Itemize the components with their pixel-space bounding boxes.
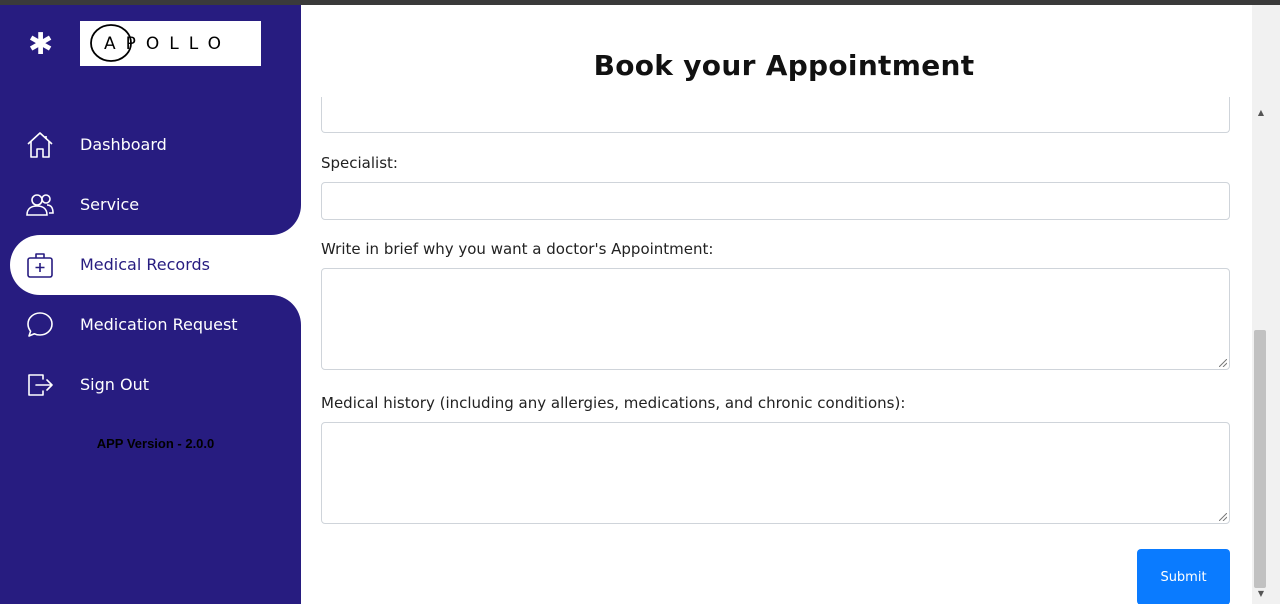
reason-textarea[interactable] [321,268,1230,370]
svg-text:APOLLO: APOLLO [104,34,231,54]
previous-field-input[interactable] [321,97,1230,133]
logo-row: ✱ APOLLO [0,21,301,67]
sidebar-item-medical-records[interactable]: Medical Records [10,235,301,295]
sidebar-item-dashboard[interactable]: Dashboard [0,115,301,175]
asterisk-icon: ✱ [28,27,54,62]
sidebar-item-medication-request[interactable]: Medication Request [0,295,301,355]
sidebar: ✱ APOLLO Dashboard Service Medical Recor… [0,5,301,604]
scroll-down-arrow-icon[interactable]: ▼ [1254,588,1268,600]
active-curve-top [271,205,301,235]
sidebar-item-label: Dashboard [80,135,167,154]
users-icon [26,194,54,216]
sidebar-item-label: Medication Request [80,315,238,334]
resize-grip-icon[interactable] [1219,513,1227,521]
chat-bubble-icon [27,312,53,337]
history-textarea[interactable] [321,422,1230,524]
resize-grip-icon[interactable] [1219,359,1227,367]
history-label: Medical history (including any allergies… [321,394,906,412]
sidebar-item-service[interactable]: Service [0,175,301,235]
reason-label: Write in brief why you want a doctor's A… [321,240,714,258]
home-icon [27,132,53,158]
sidebar-item-label: Medical Records [80,255,210,274]
app-version: APP Version - 2.0.0 [96,436,215,451]
specialist-input[interactable] [321,182,1230,220]
scrollbar-thumb[interactable] [1254,330,1266,588]
sidebar-item-label: Service [80,195,140,214]
main-content: Book your Appointment Specialist: Write … [301,5,1252,604]
specialist-label: Specialist: [321,154,398,172]
scroll-up-arrow-icon[interactable]: ▲ [1254,107,1268,119]
apollo-logo[interactable]: APOLLO [80,21,261,66]
sidebar-item-label: Sign Out [80,375,149,394]
sign-out-icon [28,374,53,396]
submit-button[interactable]: Submit [1137,549,1230,604]
page-title: Book your Appointment [593,49,975,82]
sidebar-item-sign-out[interactable]: Sign Out [0,355,301,415]
medical-case-icon [27,253,53,278]
